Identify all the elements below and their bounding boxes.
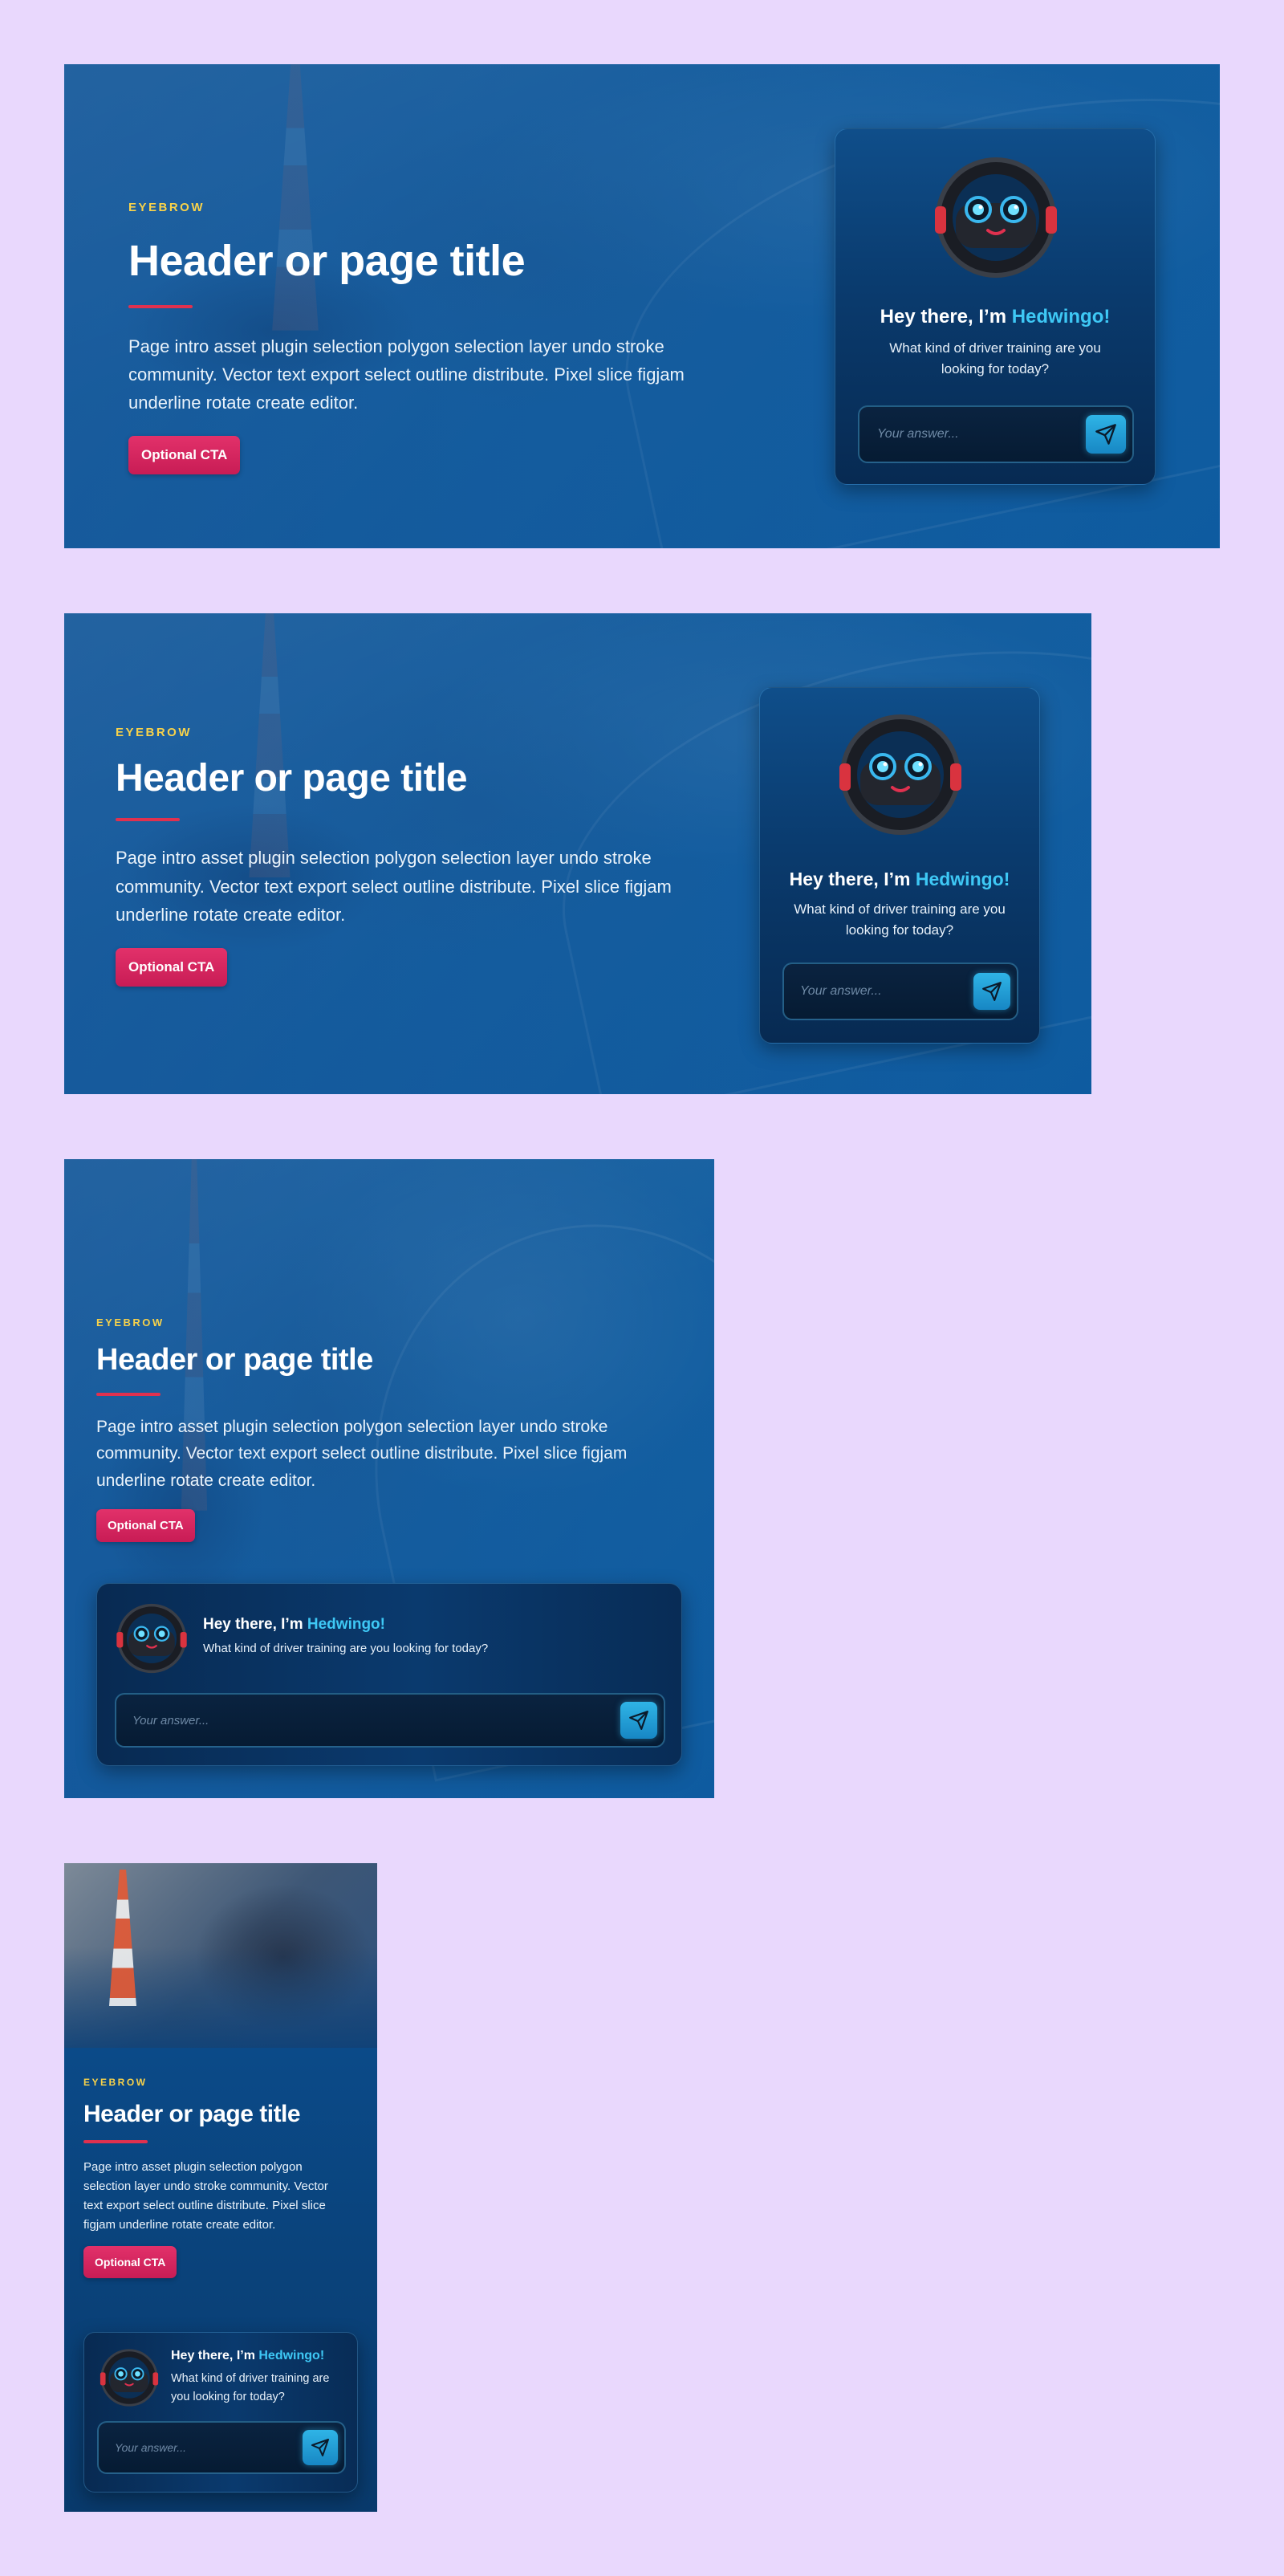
title-accent-rule (128, 304, 193, 308)
steering-wheel-mascot-icon (839, 714, 961, 835)
hero-text-block: EYEBROW Header or page title Page intro … (128, 201, 754, 475)
chat-card: Hey there, I’m Hedwingo! What kind of dr… (83, 2332, 358, 2493)
optional-cta-button[interactable]: Optional CTA (83, 2246, 177, 2278)
title-accent-rule (116, 818, 180, 822)
page-title: Header or page title (96, 1343, 373, 1377)
answer-input-wrapper (115, 1693, 665, 1748)
answer-input-wrapper (858, 405, 1134, 463)
bot-name: Hedwingo! (307, 1616, 385, 1633)
send-button[interactable] (973, 973, 1010, 1010)
page-intro: Page intro asset plugin selection polygo… (83, 2160, 328, 2232)
eyebrow: EYEBROW (83, 2077, 148, 2088)
hero-text-block: EYEBROW Header or page title Page intro … (83, 2077, 348, 2278)
chat-question: What kind of driver training are you loo… (794, 901, 1006, 938)
chat-greeting: Hey there, I’m Hedwingo! (789, 869, 1010, 889)
chat-question: What kind of driver training are you loo… (203, 1642, 489, 1655)
page-title: Header or page title (128, 237, 526, 285)
page-title: Header or page title (83, 2101, 301, 2127)
chat-card: Hey there, I’m Hedwingo! What kind of dr… (96, 1583, 682, 1766)
send-button[interactable] (1086, 415, 1126, 454)
chat-greeting: Hey there, I’m Hedwingo! (203, 1616, 385, 1633)
answer-input[interactable] (859, 407, 1084, 462)
bot-name: Hedwingo! (258, 2349, 325, 2362)
chat-question: What kind of driver training are you loo… (889, 340, 1101, 377)
eyebrow: EYEBROW (116, 726, 193, 739)
optional-cta-button[interactable]: Optional CTA (116, 947, 228, 987)
hero-variant-laptop: EYEBROW Header or page title Page intro … (64, 613, 1091, 1094)
page-intro: Page intro asset plugin selection polygo… (116, 848, 672, 925)
hero-variant-desktop: EYEBROW Header or page title Page intro … (64, 64, 1220, 548)
answer-input[interactable] (784, 964, 969, 1019)
hero-variant-tablet: EYEBROW Header or page title Page intro … (64, 1159, 714, 1798)
paper-plane-icon (982, 982, 1002, 1001)
send-button[interactable] (620, 1702, 657, 1739)
chat-greeting: Hey there, I’m Hedwingo! (880, 306, 1111, 328)
optional-cta-button[interactable]: Optional CTA (96, 1508, 195, 1542)
page-title: Header or page title (116, 757, 468, 800)
paper-plane-icon (311, 2439, 329, 2456)
paper-plane-icon (629, 1711, 648, 1730)
answer-input-wrapper (782, 962, 1018, 1020)
optional-cta-button[interactable]: Optional CTA (128, 436, 241, 475)
bot-name: Hedwingo! (1011, 306, 1111, 328)
title-accent-rule (96, 1392, 160, 1396)
answer-input-wrapper (97, 2421, 346, 2474)
answer-input[interactable] (116, 1695, 616, 1746)
eyebrow: EYEBROW (128, 201, 205, 214)
steering-wheel-mascot-icon (935, 157, 1057, 278)
paper-plane-icon (1095, 424, 1116, 445)
page-intro: Page intro asset plugin selection polygo… (96, 1417, 628, 1491)
answer-input[interactable] (99, 2423, 296, 2472)
chat-question: What kind of driver training are you loo… (171, 2372, 330, 2404)
hero-background-photo (64, 1863, 377, 2072)
hero-variant-mobile: EYEBROW Header or page title Page intro … (64, 1863, 377, 2512)
title-accent-rule (83, 2140, 148, 2143)
hero-text-block: EYEBROW Header or page title Page intro … (96, 1316, 674, 1542)
bot-name: Hedwingo! (915, 869, 1010, 889)
steering-wheel-mascot-icon (100, 2349, 159, 2407)
send-button[interactable] (303, 2430, 338, 2465)
chat-card: Hey there, I’m Hedwingo! What kind of dr… (759, 687, 1040, 1044)
page-intro: Page intro asset plugin selection polygo… (128, 336, 685, 413)
chat-greeting: Hey there, I’m Hedwingo! (171, 2349, 325, 2362)
chat-card: Hey there, I’m Hedwingo! What kind of dr… (835, 128, 1156, 485)
eyebrow: EYEBROW (96, 1316, 165, 1329)
steering-wheel-mascot-icon (116, 1603, 187, 1674)
hero-text-block: EYEBROW Header or page title Page intro … (116, 726, 693, 987)
